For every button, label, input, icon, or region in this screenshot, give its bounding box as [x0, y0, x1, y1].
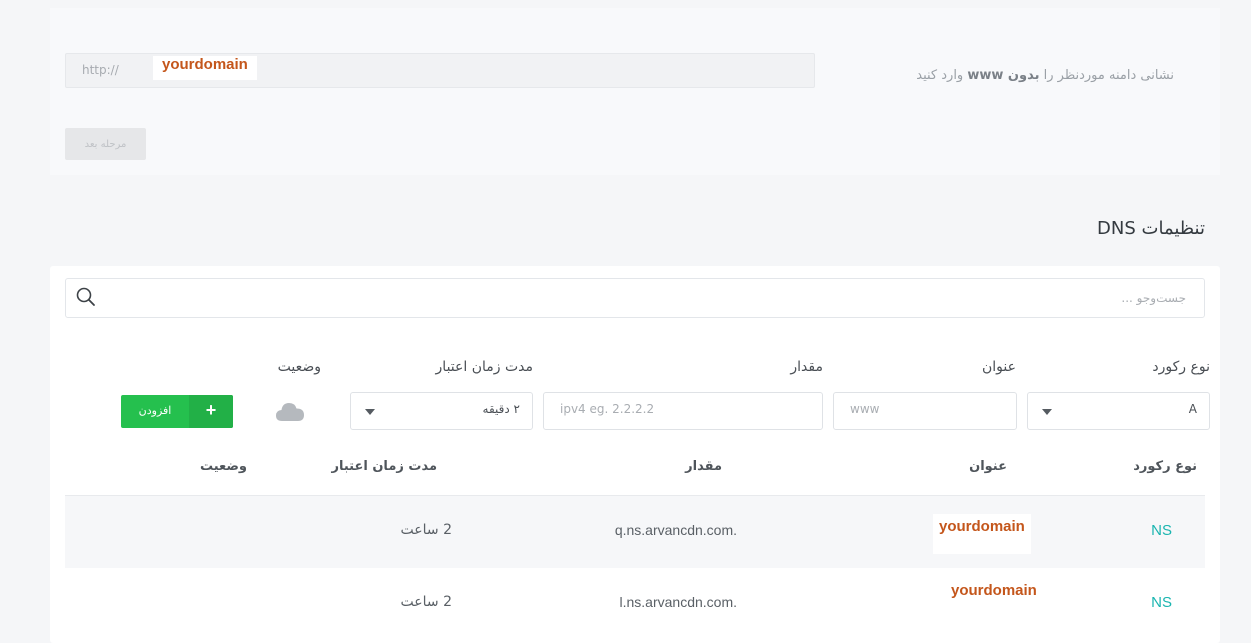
record-value-cell: l.ns.arvancdn.com. — [619, 594, 738, 610]
record-ttl-cell: 2 ساعت — [400, 522, 452, 538]
domain-instruction-label: نشانی دامنه موردنظر را بدون www وارد کنی… — [916, 68, 1174, 83]
table-row[interactable]: NS yourdomain l.ns.arvancdn.com. 2 ساعت — [65, 568, 1205, 640]
header-value: مقدار — [685, 459, 722, 474]
value-field[interactable]: ipv4 eg. 2.2.2.2 — [543, 392, 823, 430]
search-icon[interactable] — [75, 286, 97, 308]
ttl-select[interactable]: ۲ دقیقه — [350, 392, 533, 430]
search-box — [65, 278, 1205, 318]
chevron-down-icon — [365, 409, 375, 415]
domain-value[interactable]: yourdomain — [153, 56, 257, 80]
dns-records-panel: نوع رکورد عنوان مقدار مدت زمان اعتبار وض… — [50, 266, 1220, 643]
value-placeholder: ipv4 eg. 2.2.2.2 — [560, 402, 655, 416]
record-type-cell: NS — [1151, 594, 1172, 611]
header-name: عنوان — [969, 459, 1007, 474]
add-record-button[interactable]: افزودن + — [121, 395, 233, 428]
table-row[interactable]: NS yourdomain q.ns.arvancdn.com. 2 ساعت — [65, 496, 1205, 568]
header-ttl: مدت زمان اعتبار — [331, 459, 438, 474]
chevron-down-icon — [1042, 409, 1052, 415]
record-type-value: A — [1188, 402, 1197, 416]
dns-settings-title: تنظیمات DNS — [1097, 218, 1205, 239]
record-type-select[interactable]: A — [1027, 392, 1210, 430]
header-record-type: نوع رکورد — [1133, 459, 1197, 474]
name-label: عنوان — [982, 359, 1016, 375]
value-label: مقدار — [790, 359, 823, 375]
next-step-button[interactable]: مرحله بعد — [65, 128, 146, 160]
record-name-cell: yourdomain — [951, 582, 1037, 599]
record-type-label: نوع رکورد — [1152, 359, 1210, 375]
status-label: وضعیت — [277, 359, 321, 375]
header-status: وضعیت — [199, 459, 247, 474]
domain-prefix: http:// — [82, 63, 119, 77]
name-placeholder: www — [850, 402, 880, 416]
ttl-label: مدت زمان اعتبار — [435, 359, 533, 375]
domain-input[interactable]: http:// yourdomain — [65, 53, 815, 88]
plus-icon: + — [189, 395, 233, 428]
search-input[interactable] — [66, 279, 1204, 317]
record-ttl-cell: 2 ساعت — [400, 594, 452, 610]
name-field[interactable]: www — [833, 392, 1017, 430]
record-value-cell: q.ns.arvancdn.com. — [614, 522, 737, 538]
domain-step-panel: نشانی دامنه موردنظر را بدون www وارد کنی… — [50, 8, 1220, 175]
ttl-value: ۲ دقیقه — [482, 402, 520, 416]
cloud-icon[interactable] — [275, 400, 305, 422]
record-name-cell: yourdomain — [933, 514, 1031, 554]
add-record-label: افزودن — [138, 405, 172, 417]
record-type-cell: NS — [1151, 522, 1172, 539]
